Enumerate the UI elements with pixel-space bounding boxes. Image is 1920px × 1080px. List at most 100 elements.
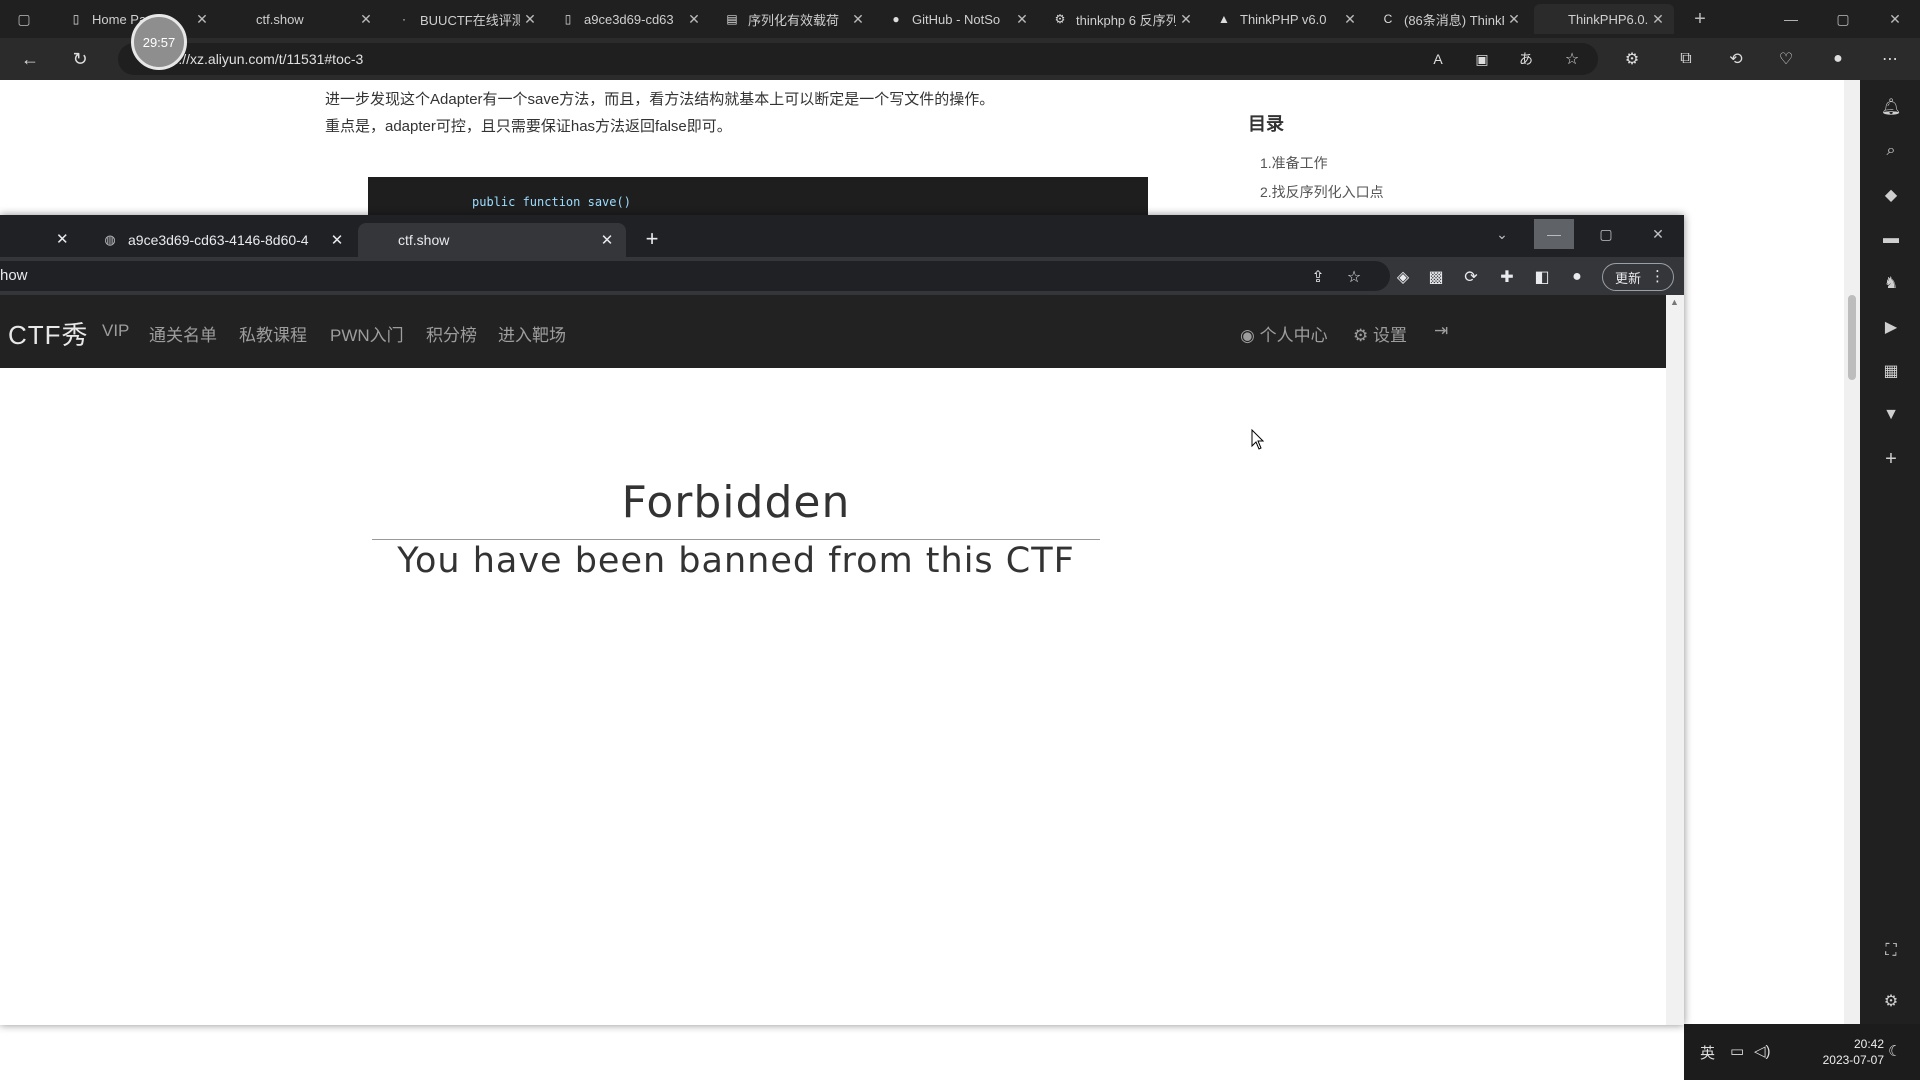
nav-private-courses[interactable]: 私教课程	[239, 321, 307, 346]
network-icon[interactable]: ▭	[1730, 1042, 1744, 1060]
settings-icon[interactable]: ⚙	[1880, 990, 1902, 1012]
nav-enter-range[interactable]: 进入靶场	[498, 321, 566, 346]
tab-search-icon[interactable]: ⌄	[1482, 219, 1522, 249]
extension-1-icon[interactable]: ◈	[1392, 266, 1414, 288]
background-scrollbar[interactable]	[1844, 80, 1860, 1024]
translate-icon[interactable]: あ	[1512, 46, 1540, 72]
logout-icon[interactable]: ⇥	[1434, 321, 1448, 341]
puzzle-icon[interactable]: ✚	[1496, 266, 1518, 288]
collections-icon[interactable]: ⧉	[1672, 46, 1700, 72]
close-icon[interactable]: ✕	[1648, 11, 1668, 28]
profile-avatar-icon[interactable]: ●	[1824, 46, 1852, 72]
history-icon[interactable]: ⟲	[1722, 46, 1750, 72]
play-icon[interactable]: ▶	[1880, 316, 1902, 338]
new-tab-icon[interactable]: +	[1680, 0, 1720, 38]
ime-indicator[interactable]: 英	[1700, 1042, 1715, 1063]
tab-title: (86条消息) ThinkPHP	[1404, 12, 1504, 28]
extension-2-icon[interactable]: ▩	[1425, 266, 1447, 288]
nav-pwn-intro[interactable]: PWN入门	[330, 321, 404, 346]
update-button[interactable]: 更新 ⋮	[1602, 263, 1674, 291]
close-icon[interactable]: ✕	[356, 11, 376, 28]
bookmark-star-icon[interactable]: ☆	[1343, 266, 1365, 288]
close-window-icon[interactable]: ✕	[1638, 219, 1678, 249]
fg-tab-2[interactable]: ctf.show ✕	[358, 223, 626, 257]
close-icon[interactable]: ✕	[1504, 11, 1524, 28]
nav-scoreboard[interactable]: 积分榜	[426, 321, 477, 346]
foreground-tab-bar: ✕ ◍ a9ce3d69-cd63-4146-8d60-4 ✕ ctf.show…	[0, 215, 1684, 257]
user-center-link[interactable]: ◉ 个人中心	[1240, 321, 1328, 346]
background-address-bar: ← ↻ https://xz.aliyun.com/t/11531#toc-3 …	[0, 38, 1920, 80]
maximize-icon[interactable]: ▢	[1820, 0, 1866, 38]
close-icon[interactable]: ✕	[596, 231, 618, 249]
toc-item[interactable]: 2.找反序列化入口点	[1260, 182, 1384, 202]
reload-icon[interactable]: ↻	[66, 46, 94, 72]
bg-tab-10[interactable]: ThinkPHP6.0.1 ✕	[1534, 4, 1674, 34]
read-aloud-icon[interactable]: A	[1424, 46, 1452, 72]
profile-icon[interactable]: ●	[1566, 266, 1588, 288]
notification-icon[interactable]: ☾	[1888, 1042, 1901, 1060]
scroll-up-icon[interactable]: ▲	[1670, 297, 1679, 307]
more-menu-icon[interactable]: ⋮	[1650, 267, 1665, 285]
bg-tab-6[interactable]: ● GitHub - NotSo ✕	[878, 4, 1038, 34]
performance-icon[interactable]: ♡	[1772, 46, 1800, 72]
bg-tab-9[interactable]: C (86条消息) ThinkPHP ✕	[1370, 4, 1530, 34]
recording-timer-badge: 29:57	[131, 14, 187, 70]
volume-icon[interactable]: ◁)	[1754, 1042, 1771, 1060]
clock[interactable]: 20:42 2023-07-07	[1823, 1036, 1884, 1068]
bg-tab-7[interactable]: ⚙ thinkphp 6 反序列 ✕	[1042, 4, 1202, 34]
bg-tab-4[interactable]: ▯ a9ce3d69-cd63 ✕	[550, 4, 710, 34]
more-menu-icon[interactable]: ⋯	[1876, 46, 1904, 72]
tab-actions-icon[interactable]: ▢	[4, 0, 44, 38]
bg-tab-2[interactable]: ctf.show ✕	[222, 4, 382, 34]
bg-tab-5[interactable]: ▤ 序列化有效载荷 ✕	[714, 4, 874, 34]
screenshot-icon[interactable]: ⛶	[1880, 940, 1902, 962]
toc-item[interactable]: 1.准备工作	[1260, 153, 1328, 173]
favorite-star-icon[interactable]: ☆	[1558, 46, 1586, 72]
bg-tab-3[interactable]: · BUUCTF在线评测 ✕	[386, 4, 546, 34]
site-logo[interactable]: CTF秀	[8, 315, 89, 352]
tag-icon[interactable]: ◆	[1880, 184, 1902, 206]
banned-message: You have been banned from this CTF	[397, 541, 1075, 581]
settings-link[interactable]: ⚙ 设置	[1353, 321, 1407, 346]
games-icon[interactable]: ♞	[1880, 272, 1902, 294]
scrollbar-thumb[interactable]	[1848, 295, 1856, 380]
minimize-icon[interactable]: —	[1534, 219, 1574, 249]
close-icon[interactable]: ✕	[56, 230, 69, 248]
bell-icon[interactable]: 🔔︎	[1880, 96, 1902, 118]
close-icon[interactable]: ✕	[1176, 11, 1196, 28]
search-icon[interactable]: ⌕	[1880, 140, 1902, 162]
bg-tab-8[interactable]: ▲ ThinkPHP v6.0 ✕	[1206, 4, 1366, 34]
side-panel-icon[interactable]: ◧	[1531, 266, 1553, 288]
close-icon[interactable]: ✕	[1340, 11, 1360, 28]
outlook-icon[interactable]: ▼	[1880, 404, 1902, 426]
nav-pass-list[interactable]: 通关名单	[149, 321, 217, 346]
foreground-scrollbar[interactable]: ▲	[1666, 295, 1684, 1025]
new-tab-icon[interactable]: +	[640, 226, 664, 251]
clock-date: 2023-07-07	[1822, 1053, 1884, 1067]
close-icon[interactable]: ✕	[1012, 11, 1032, 28]
back-icon[interactable]: ←	[16, 46, 44, 72]
minimize-icon[interactable]: —	[1768, 0, 1814, 38]
extension-3-icon[interactable]: ⟳	[1460, 266, 1482, 288]
url-field[interactable]: https://xz.aliyun.com/t/11531#toc-3	[118, 43, 1598, 75]
add-icon[interactable]: +	[1880, 448, 1902, 470]
immersive-reader-icon[interactable]: ▣	[1468, 46, 1496, 72]
close-icon[interactable]: ✕	[326, 231, 348, 249]
close-icon[interactable]: ✕	[848, 11, 868, 28]
fg-tab-1[interactable]: ◍ a9ce3d69-cd63-4146-8d60-4 ✕	[88, 223, 356, 257]
extensions-icon[interactable]: ⚙	[1618, 46, 1646, 72]
background-tab-bar: ▢ ▯ Home Page ✕ ctf.show ✕ · BUUCTF在线评测 …	[0, 0, 1920, 38]
office-icon[interactable]: ▦	[1880, 360, 1902, 382]
close-window-icon[interactable]: ✕	[1872, 0, 1918, 38]
briefcase-icon[interactable]: ▬	[1880, 228, 1902, 250]
user-circle-icon: ◉	[1240, 326, 1255, 345]
url-field[interactable]: how	[0, 261, 1390, 291]
share-icon[interactable]: ⇪	[1307, 266, 1329, 288]
maximize-icon[interactable]: ▢	[1586, 219, 1626, 249]
nav-vip[interactable]: VIP	[102, 321, 129, 341]
close-icon[interactable]: ✕	[192, 11, 212, 28]
tab-title: 序列化有效载荷	[748, 12, 840, 28]
close-icon[interactable]: ✕	[520, 11, 540, 28]
close-icon[interactable]: ✕	[684, 11, 704, 28]
tab-title: GitHub - NotSo	[912, 11, 1001, 27]
